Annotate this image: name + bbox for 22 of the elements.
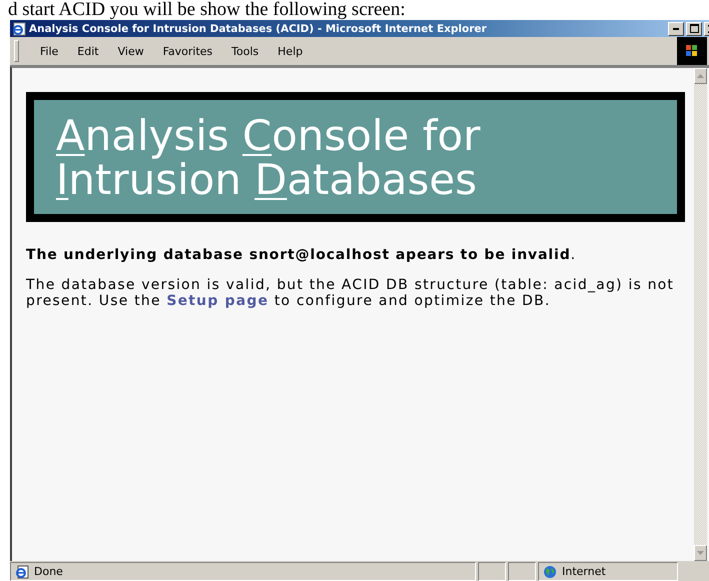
window-title: Analysis Console for Intrusion Databases (ACID) - Microsoft Internet Explorer [29,22,488,34]
minimize-icon [673,28,679,30]
info-message: The database version is valid, but the ACID DB structure (table: acid_ag) is not present. Use the Setup page to configure and optimize the DB. [26,277,676,309]
menu-item[interactable]: Tools [222,44,269,58]
globe-icon [543,564,557,578]
zone-text: Internet [562,565,606,578]
menu-item[interactable]: Favorites [154,44,223,58]
setup-link[interactable]: Setup page [166,293,269,309]
minimize-button[interactable] [668,22,684,36]
maximize-icon [690,24,698,33]
menu-item[interactable]: Edit [68,44,109,58]
page-icon [15,564,29,578]
menu-item[interactable]: Help [268,44,313,58]
document-caption: d start ACID you will be show the following screen: [7,0,406,20]
windows-logo-icon [677,37,707,65]
browser-icon [12,22,26,36]
maximize-button[interactable] [686,22,702,36]
status-text: Done [34,565,63,578]
error-message: The underlying database snort@localhost apears to be invalid. [26,247,577,263]
banner-heading: Analysis Console for Intrusion Databases [55,110,480,202]
menu-item[interactable]: View [108,44,154,58]
menu-item[interactable]: File [31,44,68,58]
